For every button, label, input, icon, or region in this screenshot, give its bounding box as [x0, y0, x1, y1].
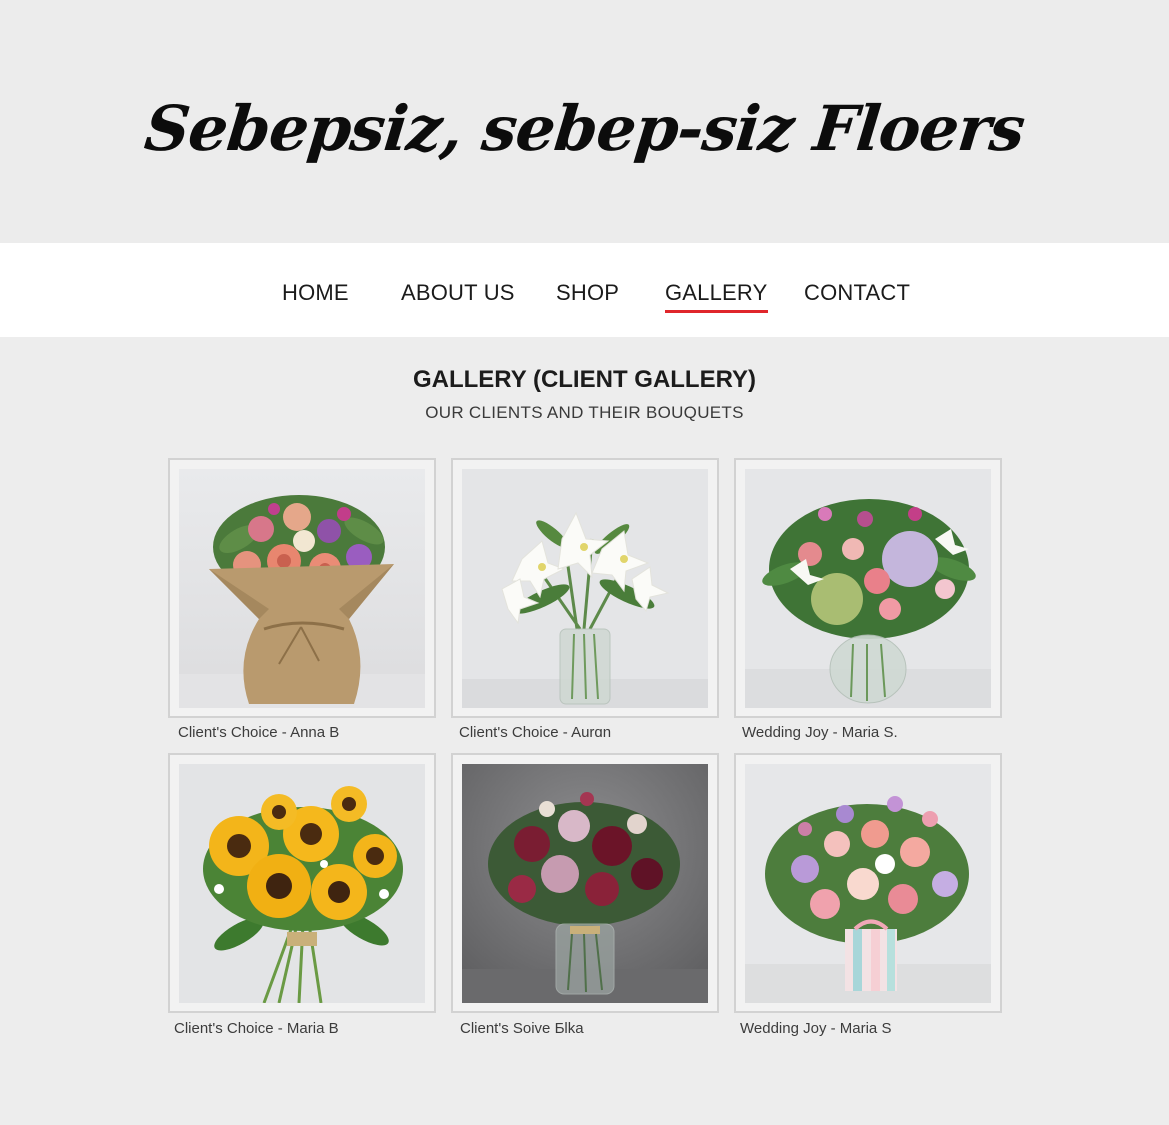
main-nav: HOME ABOUT US SHOP GALLERY CONTACT	[0, 243, 1169, 337]
nav-gallery[interactable]: GALLERY	[665, 280, 768, 313]
nav-contact[interactable]: CONTACT	[804, 280, 910, 306]
nav-home[interactable]: HOME	[282, 280, 349, 306]
white-lilies-image	[462, 469, 708, 708]
mixed-bouquet-vase-image	[745, 469, 991, 708]
gallery-caption-5: Client's Soive Ƃlka	[460, 1020, 584, 1037]
gallery-card-2[interactable]	[451, 458, 719, 718]
gallery-card-1[interactable]	[168, 458, 436, 718]
gallery-caption-1: Client's Choice - Anna B	[178, 724, 340, 741]
burlap-bouquet-image	[179, 469, 425, 708]
gallery-card-6[interactable]	[734, 753, 1002, 1013]
sunflower-bouquet-image	[179, 764, 425, 1003]
gallery-title: GALLERY (CLIENT GALLERY)	[412, 366, 757, 393]
gallery-card-5[interactable]	[451, 753, 719, 1013]
burgundy-bouquet-image	[462, 764, 708, 1003]
gallery-caption-3: Wedding Joy - Maria S.	[742, 724, 898, 741]
nav-gallery-label: GALLERY	[665, 280, 768, 305]
nav-about-us[interactable]: ABOUT US	[401, 280, 515, 306]
gallery-card-3[interactable]	[734, 458, 1002, 718]
gallery-subtitle: OUR CLIENTS AND THEIR BOUQUETS	[425, 403, 744, 422]
gallery-caption-4: Client's Choice - Maria B	[174, 1020, 339, 1037]
page: Sebepsiz, sebep-siz Floers HOME ABOUT US…	[0, 0, 1169, 1125]
nav-shop[interactable]: SHOP	[556, 280, 619, 306]
pastel-bouquet-box-image	[745, 764, 991, 1003]
gallery-card-4[interactable]	[168, 753, 436, 1013]
gallery-caption-2: Client's Choice - Aurɑn	[459, 724, 612, 741]
gallery-caption-6: Wedding Joy - Maria S	[740, 1020, 892, 1037]
site-header: Sebepsiz, sebep-siz Floers	[0, 0, 1169, 243]
site-title: Sebepsiz, sebep-siz Floers	[141, 92, 1028, 165]
active-nav-underline	[665, 310, 768, 313]
